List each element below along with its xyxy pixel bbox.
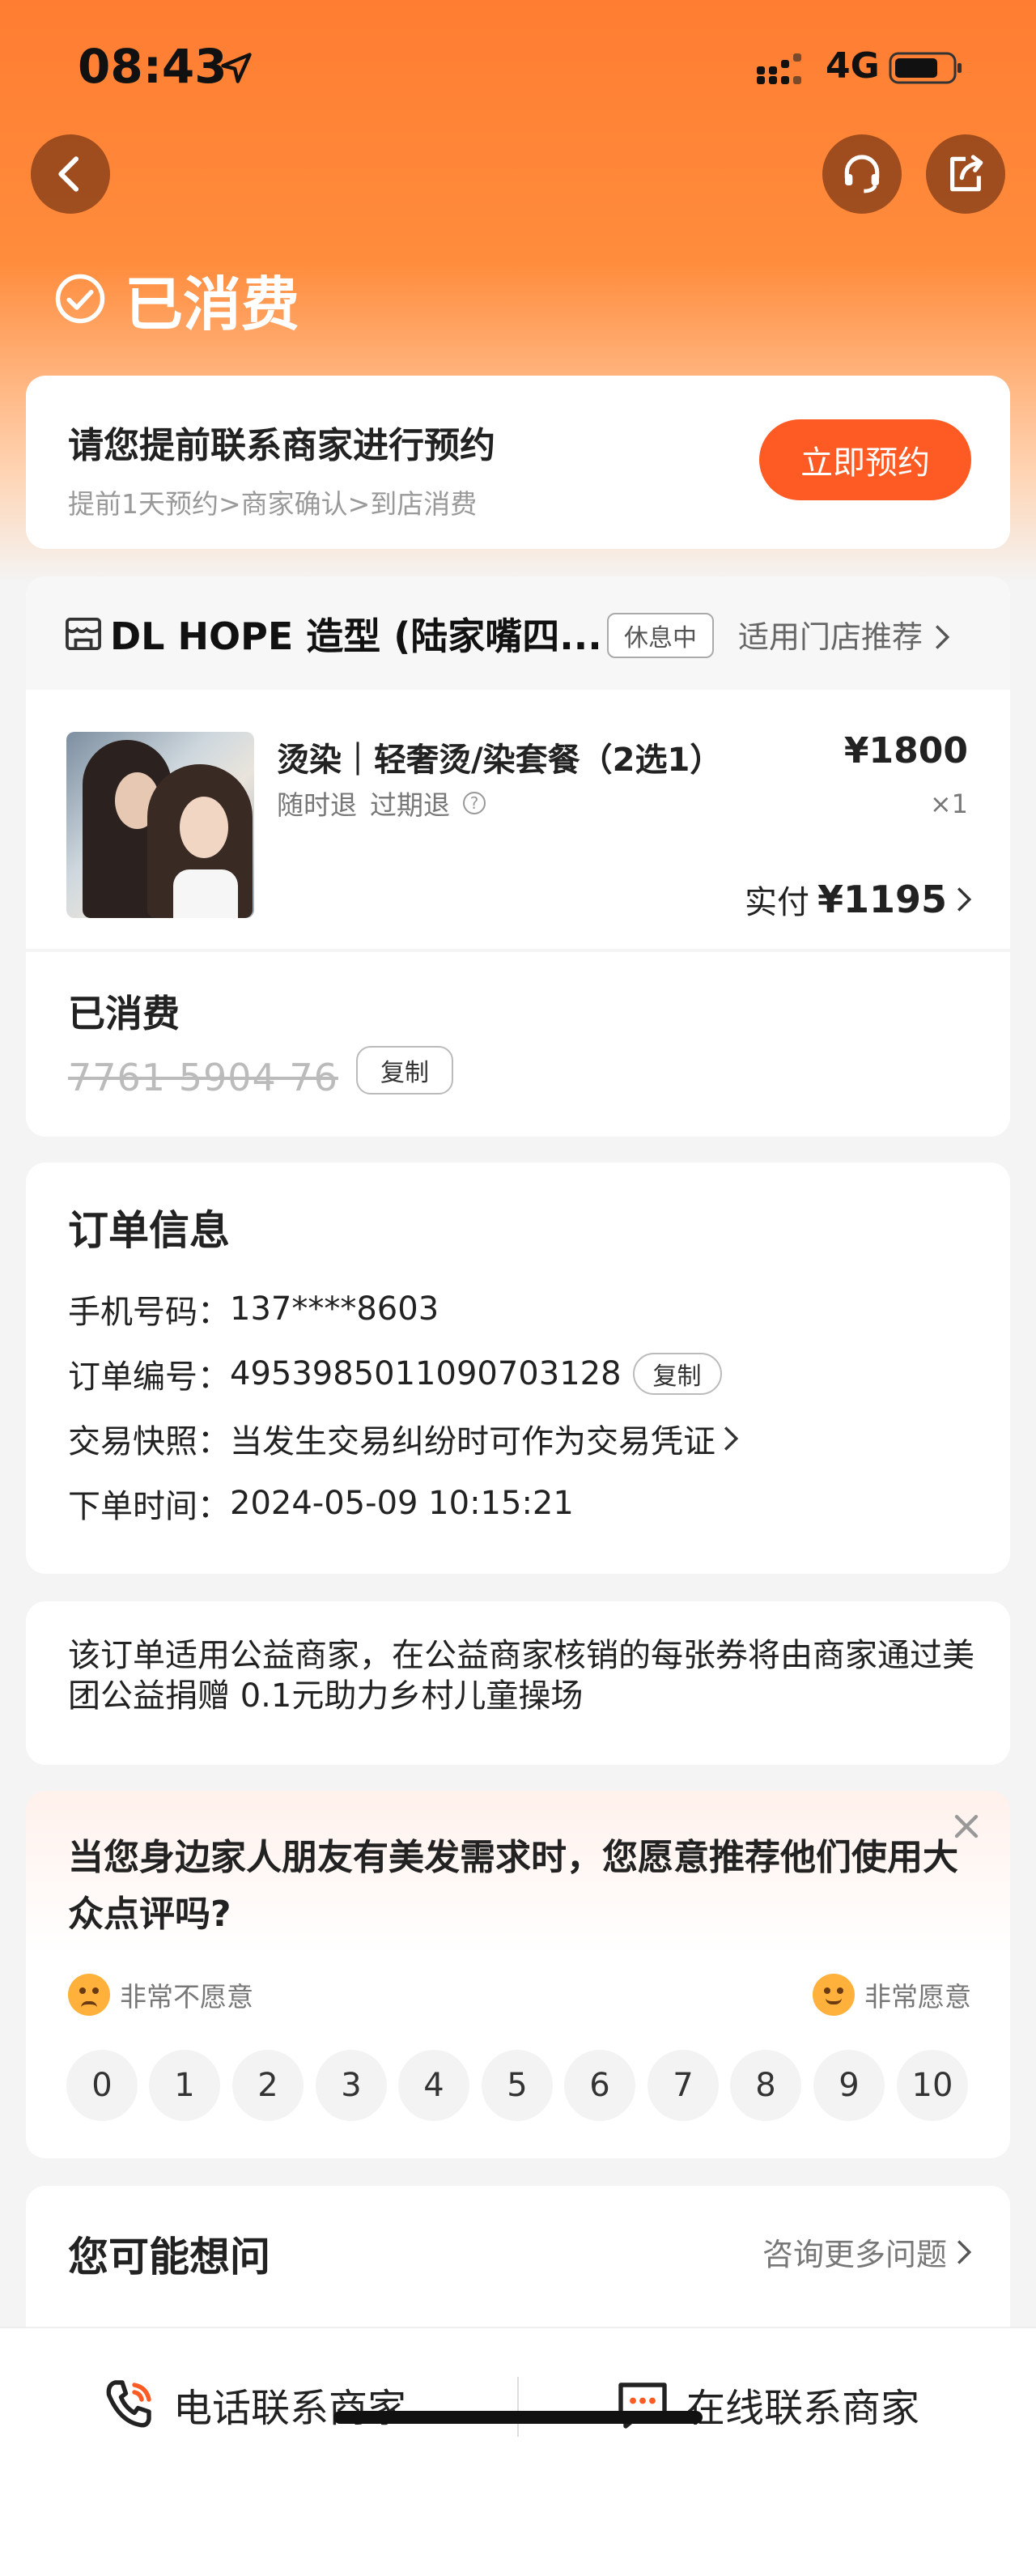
shop-header[interactable]: DL HOPE 造型 (陆家嘴四... 休息中 适用门店推荐 — [26, 576, 1010, 690]
order-info-card: 订单信息 手机号码： 137****8603 订单编号： 49539850110… — [26, 1163, 1010, 1574]
battery-icon — [889, 52, 962, 84]
coupon-status: 已消费 — [68, 992, 180, 1035]
phone-label: 手机号码： — [68, 1294, 230, 1331]
paid-amount[interactable]: 实付 ¥1195 — [745, 876, 973, 923]
score-option-0[interactable]: 0 — [66, 2050, 138, 2121]
snapshot-value: 当发生交易纠纷时可作为交易凭证 — [230, 1423, 715, 1460]
chevron-right-icon — [957, 887, 972, 912]
product-image[interactable] — [66, 732, 254, 918]
score-option-4[interactable]: 4 — [398, 2050, 469, 2121]
survey-card: 当您身边家人朋友有美发需求时，您愿意推荐他们使用大众点评吗? 非常不愿意 非常愿… — [26, 1791, 1010, 2158]
divider — [517, 2377, 519, 2437]
survey-high-text: 非常愿意 — [864, 1981, 971, 2013]
survey-question: 当您身边家人朋友有美发需求时，您愿意推荐他们使用大众点评吗? — [68, 1837, 958, 1935]
customer-service-button[interactable] — [822, 134, 902, 214]
location-arrow-icon — [221, 53, 252, 83]
order-status-text: 已消费 — [125, 270, 300, 338]
store-recommend-label: 适用门店推荐 — [738, 619, 923, 655]
headset-icon — [844, 155, 880, 193]
chat-merchant-label: 在线联系商家 — [686, 2386, 920, 2431]
tag-refund-expired: 过期退 — [370, 789, 450, 821]
score-option-1[interactable]: 1 — [149, 2050, 220, 2121]
home-indicator — [333, 2411, 703, 2424]
unwilling-emoji-icon — [68, 1974, 110, 2016]
order-time-row: 下单时间： 2024-05-09 10:15:21 — [68, 1480, 574, 1527]
reserve-card: 请您提前联系商家进行预约 提前1天预约>商家确认>到店消费 立即预约 — [26, 376, 1010, 549]
copy-order-number-button[interactable]: 复制 — [632, 1353, 722, 1395]
order-product-card: DL HOPE 造型 (陆家嘴四... 休息中 适用门店推荐 烫染｜轻奢烫/染套… — [26, 576, 1010, 1137]
divider — [26, 949, 1010, 952]
snapshot-label: 交易快照： — [68, 1423, 230, 1460]
paid-value: ¥1195 — [817, 878, 947, 921]
back-button[interactable] — [31, 134, 110, 214]
chevron-right-icon — [724, 1426, 739, 1451]
status-bar: 08:43 4G — [0, 0, 1036, 130]
chat-merchant-button[interactable]: 在线联系商家 — [614, 2375, 919, 2434]
chevron-right-icon — [936, 625, 950, 649]
copy-coupon-button[interactable]: 复制 — [356, 1046, 453, 1095]
question-icon[interactable]: ? — [463, 792, 486, 814]
product-price: ¥1800 — [843, 730, 968, 772]
score-option-2[interactable]: 2 — [232, 2050, 304, 2121]
chevron-right-icon — [957, 2239, 972, 2264]
product-title[interactable]: 烫染｜轻奢烫/染套餐（2选1） — [277, 733, 722, 780]
score-option-3[interactable]: 3 — [316, 2050, 387, 2121]
willing-emoji-icon — [813, 1974, 855, 2016]
survey-low-text: 非常不愿意 — [120, 1981, 253, 2013]
order-number-value: 4953985011090703128 — [230, 1355, 622, 1392]
store-recommend-link[interactable]: 适用门店推荐 — [738, 612, 952, 657]
signal-icon — [757, 53, 801, 84]
faq-more-link[interactable]: 咨询更多问题 — [762, 2230, 973, 2274]
phone-row: 手机号码： 137****8603 — [68, 1286, 439, 1333]
survey-high-label: 非常愿意 — [813, 1974, 971, 2016]
snapshot-row[interactable]: 交易快照： 当发生交易纠纷时可作为交易凭证 — [68, 1415, 740, 1462]
network-type: 4G — [826, 45, 880, 87]
tag-refund-anytime: 随时退 — [277, 789, 357, 821]
reserve-now-button[interactable]: 立即预约 — [759, 419, 971, 500]
share-button[interactable] — [926, 134, 1005, 214]
score-option-9[interactable]: 9 — [813, 2050, 885, 2121]
product-tags: 随时退 过期退 ? — [277, 784, 486, 823]
phone-value: 137****8603 — [230, 1290, 439, 1328]
chat-icon — [618, 2383, 667, 2429]
shop-name[interactable]: DL HOPE 造型 (陆家嘴四... — [110, 607, 602, 661]
back-icon — [58, 156, 79, 192]
share-icon — [950, 155, 983, 192]
order-info-title: 订单信息 — [68, 1207, 230, 1254]
order-status: 已消费 — [53, 262, 299, 338]
charity-text: 该订单适用公益商家，在公益商家核销的每张券将由商家通过美团公益捐赠 0.1元助力… — [68, 1637, 974, 1715]
call-merchant-button[interactable]: 电话联系商家 — [100, 2375, 406, 2434]
product-quantity: ×1 — [929, 789, 968, 819]
faq-more-label: 咨询更多问题 — [762, 2237, 947, 2272]
shop-icon — [66, 617, 101, 651]
phone-icon — [106, 2380, 151, 2428]
score-option-10[interactable]: 10 — [897, 2050, 968, 2121]
reserve-title: 请您提前联系商家进行预约 — [68, 425, 495, 466]
check-circle-icon — [55, 274, 105, 324]
order-number-label: 订单编号： — [68, 1358, 230, 1396]
charity-card: 该订单适用公益商家，在公益商家核销的每张券将由商家通过美团公益捐赠 0.1元助力… — [26, 1601, 1010, 1765]
coupon-code: 7761 5904 76 — [68, 1056, 338, 1099]
shop-status-badge: 休息中 — [607, 613, 714, 658]
score-option-6[interactable]: 6 — [564, 2050, 635, 2121]
order-number-row: 订单编号： 4953985011090703128 复制 — [68, 1350, 722, 1397]
status-time: 08:43 — [78, 39, 227, 94]
score-option-7[interactable]: 7 — [648, 2050, 719, 2121]
score-option-5[interactable]: 5 — [482, 2050, 553, 2121]
reserve-steps: 提前1天预约>商家确认>到店消费 — [68, 488, 478, 520]
bottom-action-bar: 电话联系商家 在线联系商家 — [0, 2327, 1036, 2576]
survey-low-label: 非常不愿意 — [68, 1974, 253, 2016]
order-time-label: 下单时间： — [68, 1488, 230, 1525]
score-option-8[interactable]: 8 — [730, 2050, 801, 2121]
call-merchant-label: 电话联系商家 — [173, 2386, 407, 2431]
paid-label: 实付 — [744, 884, 809, 921]
order-time-value: 2024-05-09 10:15:21 — [230, 1485, 574, 1522]
faq-title: 您可能想问 — [68, 2234, 270, 2281]
